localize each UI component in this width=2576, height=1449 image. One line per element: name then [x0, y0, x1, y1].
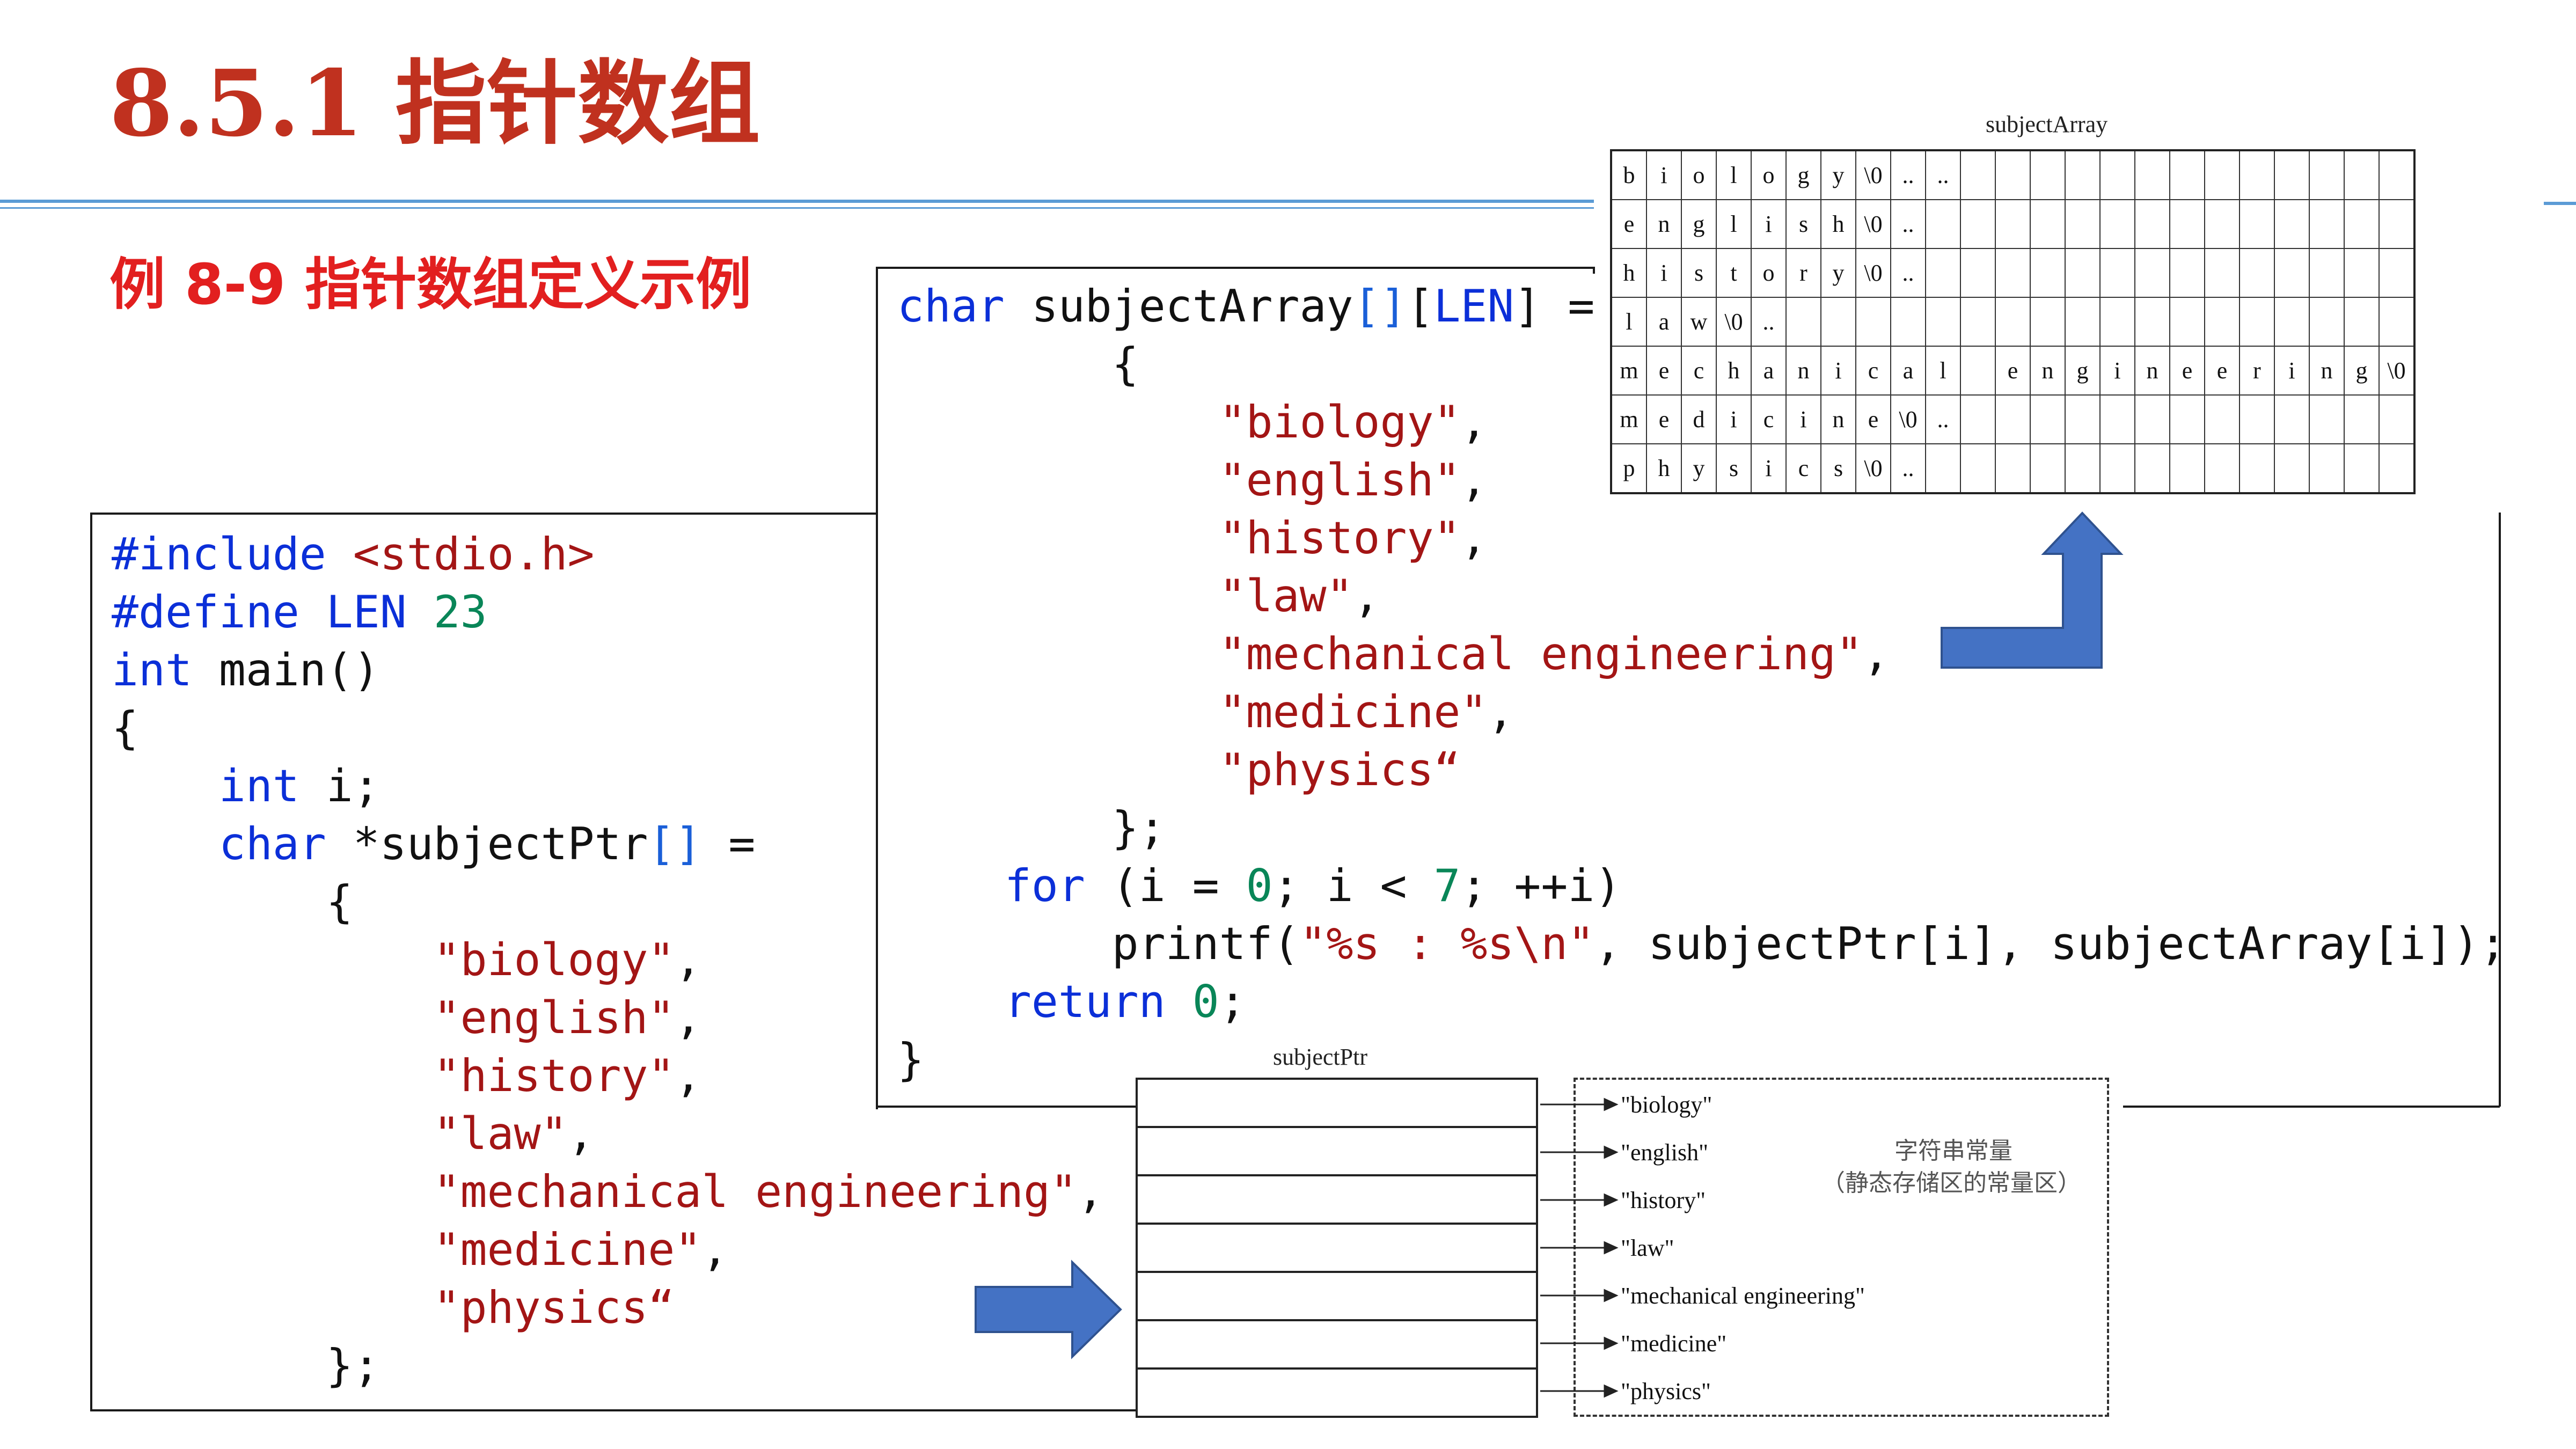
diagram-arrows — [975, 511, 2124, 1398]
pointer-arrows — [1540, 1097, 1619, 1398]
turn-up-arrow-icon — [1941, 511, 2124, 669]
right-arrow-icon — [975, 1260, 1122, 1359]
